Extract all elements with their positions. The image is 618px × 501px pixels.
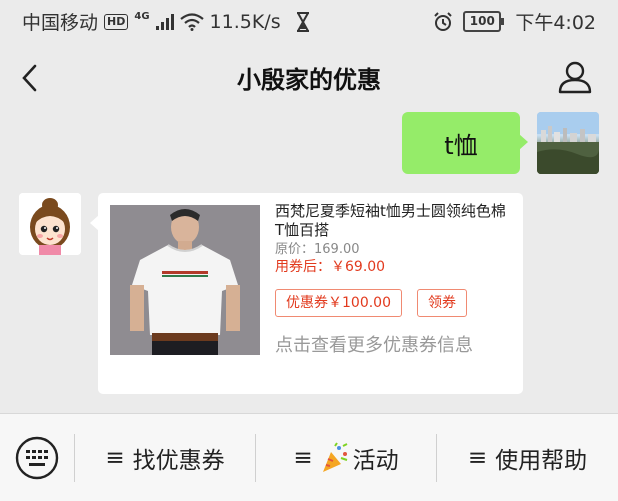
menu-find-coupons-label: 找优惠券 <box>132 447 225 474</box>
cartoon-girl-avatar-icon <box>19 193 81 255</box>
status-bar: 中国移动 HD 4G 11.5K/s 100 下午4:02 <box>0 0 618 40</box>
city-photo-icon <box>537 112 599 174</box>
menu-activity-label: 活动 <box>352 447 399 474</box>
person-icon[interactable] <box>558 60 592 94</box>
title-bar: 小殷家的优惠 <box>0 40 618 114</box>
my-avatar[interactable] <box>537 112 599 174</box>
menu-find-coupons[interactable]: ≡ 找优惠券 <box>75 414 255 501</box>
product-image[interactable] <box>110 205 260 355</box>
clock-label: 下午4:02 <box>515 12 596 34</box>
network-type-label: 4G <box>134 11 150 22</box>
claim-coupon-button[interactable]: 领券 <box>417 289 467 317</box>
menu-activity[interactable]: ≡ 活动 <box>256 414 436 501</box>
menu-help[interactable]: ≡ 使用帮助 <box>437 414 618 501</box>
alarm-icon <box>434 11 453 31</box>
hourglass-icon <box>296 11 309 32</box>
bot-avatar[interactable] <box>19 193 81 255</box>
menu-lines-icon: ≡ <box>467 444 488 471</box>
wifi-icon <box>179 12 204 31</box>
original-price: 原价：169.00 <box>275 242 360 257</box>
status-left: 中国移动 HD 4G 11.5K/s <box>22 8 311 35</box>
menu-help-label: 使用帮助 <box>495 447 588 474</box>
menu-lines-icon: ≡ <box>293 444 313 471</box>
tshirt-photo-icon <box>110 205 260 355</box>
battery-icon: 100 <box>463 11 505 32</box>
product-title[interactable]: 西梵尼夏季短袖t恤男士圆领纯色棉T恤百搭 <box>275 202 515 240</box>
network-speed-label: 11.5K/s <box>209 10 281 33</box>
page-title: 小殷家的优惠 <box>237 66 381 94</box>
bottom-menu-bar: ≡ 找优惠券 ≡ 活动 ≡ 使用帮助 <box>0 413 618 501</box>
coupon-value-tag: 优惠券￥100.00 <box>275 289 402 317</box>
outgoing-message-bubble[interactable]: t恤 <box>402 112 528 174</box>
party-popper-icon <box>322 441 348 472</box>
hd-badge: HD <box>104 13 129 30</box>
signal-icon <box>155 13 174 30</box>
outgoing-message-text: t恤 <box>444 131 478 160</box>
coupon-price: 用券后：￥69.00 <box>275 259 386 275</box>
carrier-label: 中国移动 <box>22 12 99 34</box>
status-right: 100 下午4:02 <box>433 8 596 35</box>
menu-lines-icon: ≡ <box>105 444 125 471</box>
keyboard-icon[interactable] <box>14 435 60 481</box>
more-coupons-link[interactable]: 点击查看更多优惠券信息 <box>275 331 473 357</box>
product-card[interactable]: 西梵尼夏季短袖t恤男士圆领纯色棉T恤百搭 原价：169.00 用券后：￥69.0… <box>90 193 523 394</box>
